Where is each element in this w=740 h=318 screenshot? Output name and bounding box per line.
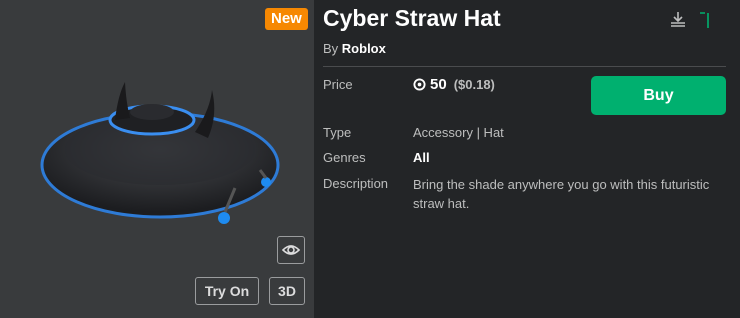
item-thumbnail xyxy=(40,82,280,224)
view-3d-button[interactable]: 3D xyxy=(269,277,305,305)
price-value: 50 ($0.18) xyxy=(413,76,495,93)
price-usd: ($0.18) xyxy=(453,77,495,92)
try-on-button[interactable]: Try On xyxy=(195,277,259,305)
item-title: Cyber Straw Hat xyxy=(323,5,501,31)
toggle-preview-button[interactable] xyxy=(277,236,305,264)
download-button[interactable] xyxy=(668,10,688,30)
new-badge: New xyxy=(265,8,308,30)
genres-value: All xyxy=(413,150,430,165)
description-label: Description xyxy=(323,176,389,191)
item-details-page: New Try On 3D Cyber Straw Hat By Roblox … xyxy=(0,0,740,318)
flag-icon xyxy=(700,12,709,28)
report-button[interactable] xyxy=(696,10,716,30)
eye-icon xyxy=(282,245,300,255)
price-label: Price xyxy=(323,77,353,92)
type-label: Type xyxy=(323,125,352,140)
item-preview[interactable]: New Try On 3D xyxy=(0,0,314,318)
buy-button[interactable]: Buy xyxy=(591,76,726,115)
creator-link[interactable]: Roblox xyxy=(342,41,386,56)
description-text: Bring the shade anywhere you go with thi… xyxy=(413,177,710,211)
download-icon xyxy=(671,12,685,27)
type-value: Accessory | Hat xyxy=(413,125,504,140)
robux-icon xyxy=(413,78,426,91)
by-prefix: By xyxy=(323,41,339,56)
divider xyxy=(323,66,726,67)
creator-line: By Roblox xyxy=(323,41,386,56)
price-amount: 50 xyxy=(430,76,447,93)
genres-label: Genres xyxy=(323,150,366,165)
